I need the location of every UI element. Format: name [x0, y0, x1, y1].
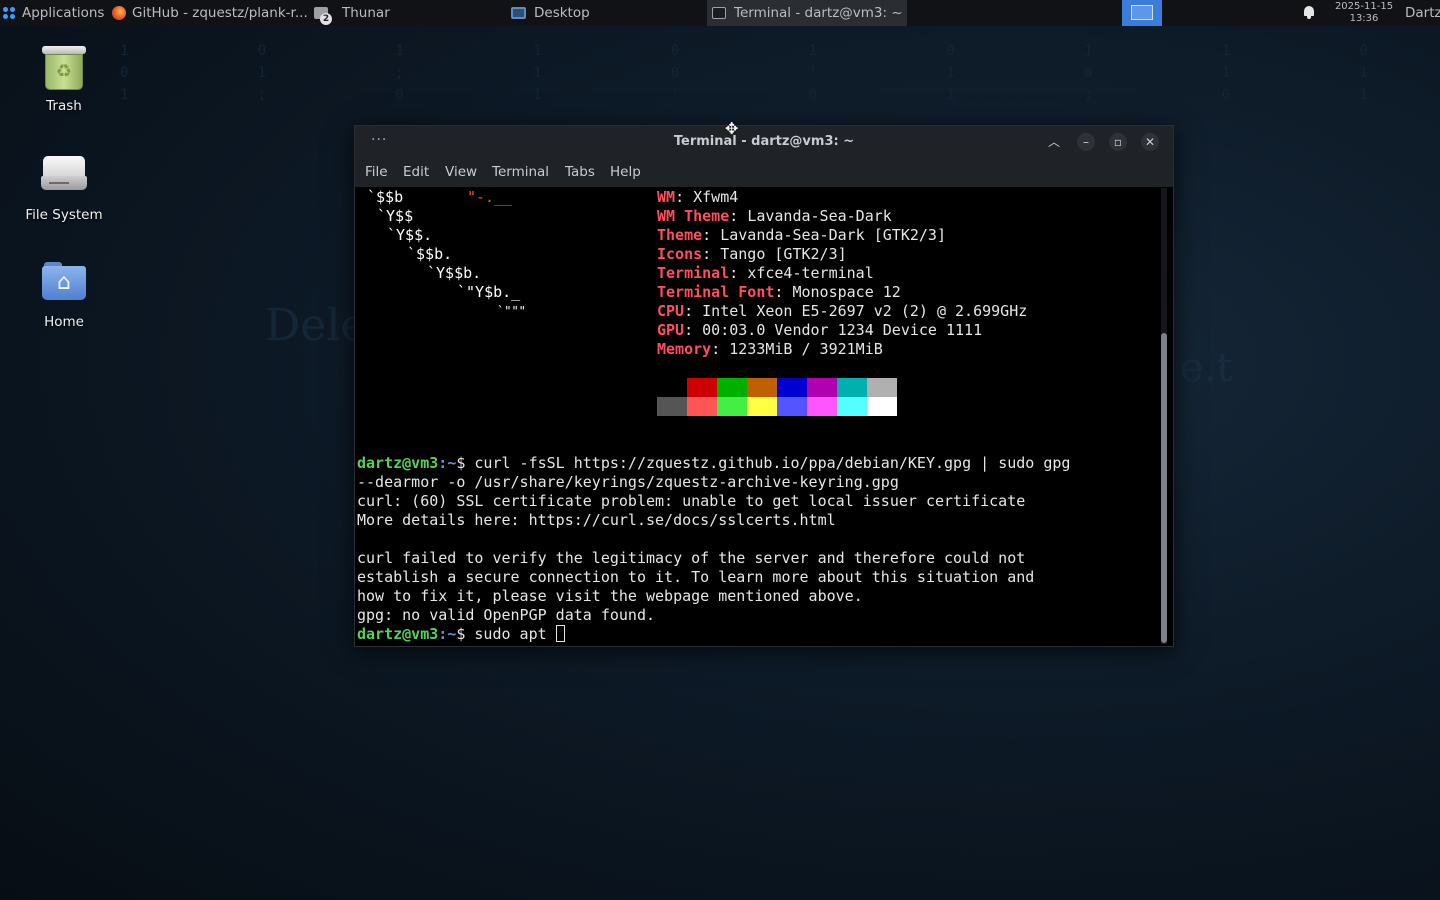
applications-icon — [2, 6, 16, 20]
color-swatch — [867, 397, 897, 416]
move-cursor-icon: ✥ — [725, 119, 739, 138]
color-swatch — [837, 397, 867, 416]
menu-edit[interactable]: Edit — [403, 164, 429, 180]
output-line: how to fix it, please visit the webpage … — [357, 587, 863, 605]
output-line: establish a secure connection to it. To … — [357, 568, 1035, 586]
color-swatch — [807, 397, 837, 416]
wallpaper-text: Dele — [265, 300, 367, 351]
desktop-icon-label: Home — [44, 314, 84, 330]
color-swatch — [837, 378, 867, 397]
task-firefox[interactable]: GitHub - zquestz/plank-r... — [112, 0, 308, 26]
window-count-badge: 2 — [320, 13, 332, 25]
info-line: WM: Xfwm4 — [657, 188, 739, 206]
task-label: GitHub - zquestz/plank-r... — [132, 5, 308, 21]
output-line: --dearmor -o /usr/share/keyrings/zquestz… — [357, 473, 899, 491]
desktop-icon — [511, 7, 526, 19]
desktop-icon-label: File System — [25, 207, 103, 223]
info-line: Icons: Tango [GTK2/3] — [657, 245, 847, 263]
logo-line: `Y$$. — [387, 226, 433, 244]
top-panel: Applications GitHub - zquestz/plank-r...… — [0, 0, 1440, 26]
color-swatch — [747, 378, 777, 397]
minimize-button[interactable]: – — [1077, 133, 1095, 151]
workspace-switcher[interactable] — [1122, 0, 1162, 26]
user-menu[interactable]: Dartz — [1405, 0, 1440, 26]
text-cursor — [555, 625, 565, 642]
color-swatch — [777, 378, 807, 397]
terminal-icon — [712, 7, 726, 19]
wallpaper-text: e.t — [1180, 345, 1233, 391]
command-line: dartz@vm3:~$ curl -fsSL https://zquestz.… — [357, 454, 1071, 472]
menu-view[interactable]: View — [445, 164, 477, 180]
task-terminal[interactable]: Terminal - dartz@vm3: ~ — [707, 0, 907, 26]
color-swatch — [657, 397, 687, 416]
output-line: curl failed to verify the legitimacy of … — [357, 549, 1026, 567]
color-swatch — [747, 397, 777, 416]
applications-menu[interactable]: Applications — [2, 0, 104, 26]
terminal-window[interactable]: ··· Terminal - dartz@vm3: ~ ︿ – ▫ ✕ File… — [354, 125, 1174, 647]
color-swatch — [717, 378, 747, 397]
logo-line: `""" — [497, 304, 526, 318]
info-line: WM Theme: Lavanda-Sea-Dark — [657, 207, 892, 225]
menu-help[interactable]: Help — [610, 164, 641, 180]
color-swatch — [657, 378, 687, 397]
drive-icon — [41, 156, 87, 192]
maximize-button[interactable]: ▫ — [1109, 133, 1127, 151]
color-swatch — [687, 397, 717, 416]
scrollbar[interactable] — [1161, 188, 1167, 644]
window-titlebar[interactable]: ··· Terminal - dartz@vm3: ~ ︿ – ▫ ✕ — [355, 126, 1173, 158]
task-label: Desktop — [534, 5, 590, 21]
color-swatch — [717, 397, 747, 416]
trash-icon — [42, 46, 86, 92]
desktop-icon-trash[interactable]: Trash — [9, 46, 119, 114]
clock[interactable]: 2025-11-15 13:36 — [1328, 1, 1400, 25]
logo-accent: "-.__ — [467, 188, 513, 206]
logo-line: `$$b. — [407, 245, 453, 263]
info-line: Terminal Font: Monospace 12 — [657, 283, 901, 301]
clock-date: 2025-11-15 — [1334, 1, 1394, 12]
applications-label: Applications — [22, 5, 105, 21]
close-button[interactable]: ✕ — [1141, 133, 1159, 151]
color-swatch — [777, 397, 807, 416]
scrollbar-thumb[interactable] — [1161, 333, 1167, 643]
shade-button[interactable]: ︿ — [1045, 133, 1063, 151]
current-prompt[interactable]: dartz@vm3:~$ sudo apt — [357, 625, 565, 644]
logo-line: `$$b — [367, 188, 404, 206]
menu-file[interactable]: File — [365, 164, 388, 180]
color-swatch — [867, 378, 897, 397]
task-label: Terminal - dartz@vm3: ~ — [734, 5, 903, 21]
info-line: Theme: Lavanda-Sea-Dark [GTK2/3] — [657, 226, 946, 244]
logo-line: `Y$$ — [377, 207, 414, 225]
terminal-output[interactable]: `$$b "-.__ `Y$$ `Y$$. `$$b. `Y$$b. `"Y$b… — [357, 187, 1159, 646]
task-label: Thunar — [342, 5, 390, 21]
output-line: More details here: https://curl.se/docs/… — [357, 511, 836, 529]
desktop-icon-label: Trash — [46, 98, 82, 114]
task-desktop[interactable]: Desktop — [511, 0, 701, 26]
info-line: Memory: 1233MiB / 3921MiB — [657, 340, 883, 358]
desktop-icon-home[interactable]: Home — [9, 262, 119, 330]
home-folder-icon — [42, 262, 86, 300]
output-line: gpg: no valid OpenPGP data found. — [357, 606, 656, 624]
firefox-icon — [112, 6, 126, 20]
menu-bar: File Edit View Terminal Tabs Help — [355, 158, 1173, 187]
logo-line: `"Y$b._ — [457, 283, 521, 301]
logo-line: `Y$$b. — [427, 264, 482, 282]
menu-terminal[interactable]: Terminal — [492, 164, 549, 180]
info-line: CPU: Intel Xeon E5-2697 v2 (2) @ 2.699GH… — [657, 302, 1028, 320]
notification-bell-icon[interactable] — [1303, 6, 1315, 19]
output-line: curl: (60) SSL certificate problem: unab… — [357, 492, 1026, 510]
color-swatch — [687, 378, 717, 397]
task-thunar[interactable]: 2 Thunar — [314, 0, 504, 26]
desktop-icon-file-system[interactable]: File System — [9, 156, 119, 223]
background-pattern: 1 0 1 1 0 1 0 1 1 0 0 1 ; 1 0 ' 1 0 1 1 … — [120, 43, 1394, 103]
menu-tabs[interactable]: Tabs — [565, 164, 595, 180]
info-line: GPU: 00:03.0 Vendor 1234 Device 1111 — [657, 321, 983, 339]
file-manager-icon: 2 — [314, 7, 332, 25]
color-swatch — [807, 378, 837, 397]
clock-time: 13:36 — [1349, 13, 1379, 24]
info-line: Terminal: xfce4-terminal — [657, 264, 874, 282]
